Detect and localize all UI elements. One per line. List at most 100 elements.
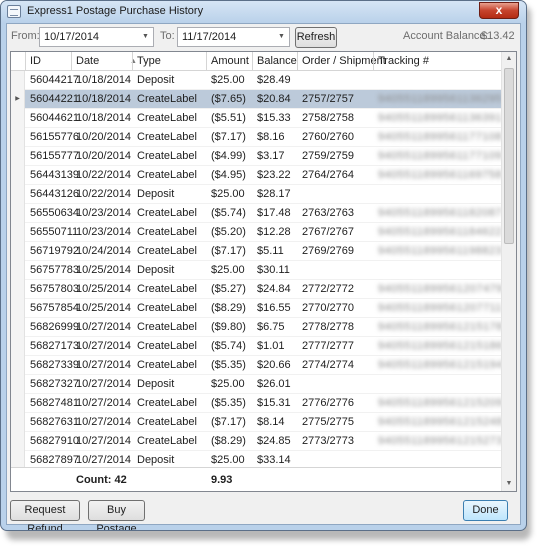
cell-date: 10/25/2014 — [76, 302, 132, 314]
cell-id: 56155776 — [30, 131, 79, 143]
row-header[interactable] — [11, 337, 25, 356]
row-header[interactable] — [11, 242, 25, 261]
cell-order-shipment: 2772/2772 — [302, 283, 354, 295]
chevron-down-icon[interactable]: ▼ — [138, 28, 153, 46]
table-row[interactable]: 56155776 10/20/2014 CreateLabel ($7.17) $8.1… — [11, 128, 502, 147]
cell-balance: $15.33 — [257, 112, 291, 124]
table-row[interactable]: 56826999 10/27/2014 CreateLabel ($9.80) $6.7… — [11, 318, 502, 337]
cell-amount: ($5.27) — [211, 283, 246, 295]
table-row[interactable]: 56757854 10/25/2014 CreateLabel ($8.29) $16.… — [11, 299, 502, 318]
cell-type: CreateLabel — [137, 302, 197, 314]
cell-balance: $5.11 — [257, 245, 284, 257]
cell-date: 10/27/2014 — [76, 397, 132, 409]
table-row[interactable]: 56443126 10/22/2014 Deposit $25.00 $28.17 — [11, 185, 502, 204]
scroll-down-arrow-icon[interactable]: ▼ — [502, 477, 516, 491]
cell-id: 56757803 — [30, 283, 79, 295]
table-row[interactable]: 56827339 10/27/2014 CreateLabel ($5.35) $20.… — [11, 356, 502, 375]
row-header[interactable] — [11, 280, 25, 299]
row-header[interactable] — [11, 166, 25, 185]
vertical-scrollbar[interactable]: ▲ ▼ — [501, 52, 516, 491]
column-header-type[interactable]: Type — [137, 55, 161, 67]
dialog-body: From: 10/17/2014 ▼ To: 11/17/2014 ▼ Refr… — [6, 23, 521, 530]
close-button[interactable]: x — [479, 2, 519, 19]
row-header[interactable] — [11, 71, 25, 90]
column-header-tracking[interactable]: Tracking # — [378, 55, 429, 67]
cell-id: 56044621 — [30, 112, 79, 124]
table-row[interactable]: 56757803 10/25/2014 CreateLabel ($5.27) $24.… — [11, 280, 502, 299]
row-header[interactable] — [11, 204, 25, 223]
cell-id: 56827339 — [30, 359, 79, 371]
row-header[interactable] — [11, 299, 25, 318]
chevron-down-icon[interactable]: ▼ — [274, 28, 289, 46]
cell-id: 56757783 — [30, 264, 79, 276]
row-header[interactable] — [11, 109, 25, 128]
to-label: To: — [160, 30, 175, 42]
buy-postage-button[interactable]: Buy Postage — [88, 500, 145, 530]
grid-footer: Count: 42 9.93 — [11, 467, 502, 491]
table-row[interactable]: 56827631 10/27/2014 CreateLabel ($7.17) $8.1… — [11, 413, 502, 432]
row-header[interactable] — [11, 432, 25, 451]
done-button[interactable]: Done — [463, 500, 508, 521]
account-balance-label: Account Balance: — [403, 30, 489, 42]
column-header-id[interactable]: ID — [30, 55, 41, 67]
cell-balance: $26.01 — [257, 378, 291, 390]
cell-tracking: 9405511899561215273 — [378, 435, 502, 447]
refresh-button[interactable]: Refresh — [295, 27, 337, 48]
cell-id: 56827897 — [30, 454, 79, 466]
cell-tracking: 9405511899561215186 — [378, 340, 502, 352]
cell-date: 10/25/2014 — [76, 283, 132, 295]
column-header-date[interactable]: Date — [76, 55, 99, 67]
row-header[interactable] — [11, 147, 25, 166]
row-header[interactable] — [11, 451, 25, 467]
cell-date: 10/18/2014 — [76, 93, 132, 105]
row-header[interactable] — [11, 261, 25, 280]
row-header[interactable] — [11, 223, 25, 242]
scroll-up-arrow-icon[interactable]: ▲ — [502, 52, 516, 66]
row-header[interactable] — [11, 318, 25, 337]
column-header-balance[interactable]: Balance — [257, 55, 297, 67]
request-refund-button[interactable]: Request Refund — [10, 500, 80, 530]
row-pointer-icon[interactable]: ▶ — [11, 90, 25, 109]
row-header[interactable] — [11, 394, 25, 413]
cell-balance: $6.75 — [257, 321, 285, 333]
cell-order-shipment: 2777/2777 — [302, 340, 354, 352]
cell-date: 10/23/2014 — [76, 207, 132, 219]
table-row[interactable]: 56827910 10/27/2014 CreateLabel ($8.29) $24.… — [11, 432, 502, 451]
table-row[interactable]: 56827173 10/27/2014 CreateLabel ($5.74) $1.0… — [11, 337, 502, 356]
cell-balance: $30.11 — [257, 264, 290, 276]
row-header[interactable] — [11, 413, 25, 432]
table-row[interactable]: 56550711 10/23/2014 CreateLabel ($5.20) $12.… — [11, 223, 502, 242]
scrollbar-thumb[interactable] — [504, 68, 514, 244]
cell-tracking: 9405511899561177109 — [378, 150, 502, 162]
table-row[interactable]: 56550634 10/23/2014 CreateLabel ($5.74) $17.… — [11, 204, 502, 223]
table-row[interactable]: 56044217 10/18/2014 Deposit $25.00 $28.49 — [11, 71, 502, 90]
cell-date: 10/27/2014 — [76, 340, 132, 352]
cell-id: 56719792 — [30, 245, 79, 257]
table-row[interactable]: 56827897 10/27/2014 Deposit $25.00 $33.14 — [11, 451, 502, 467]
row-header[interactable] — [11, 185, 25, 204]
table-row[interactable]: 56827481 10/27/2014 CreateLabel ($5.35) $15.… — [11, 394, 502, 413]
table-row[interactable]: 56443139 10/22/2014 CreateLabel ($4.95) $23.… — [11, 166, 502, 185]
cell-amount: $25.00 — [211, 454, 245, 466]
row-header[interactable] — [11, 356, 25, 375]
table-row[interactable]: ▶ 56044221 10/18/2014 CreateLabel ($7.65) $20… — [11, 90, 502, 109]
cell-amount: ($5.74) — [211, 207, 246, 219]
cell-tracking: 9405511899561215209 — [378, 397, 502, 409]
row-header[interactable] — [11, 375, 25, 394]
column-header-amount[interactable]: Amount — [211, 55, 249, 67]
cell-id: 56155777 — [30, 150, 79, 162]
cell-id: 56827327 — [30, 378, 79, 390]
table-row[interactable]: 56757783 10/25/2014 Deposit $25.00 $30.11 — [11, 261, 502, 280]
title-bar[interactable]: Express1 Postage Purchase History x — [1, 1, 526, 23]
row-header[interactable] — [11, 128, 25, 147]
cell-tracking: 9405511899561207711 — [378, 302, 502, 314]
from-date-picker[interactable]: 10/17/2014 ▼ — [39, 27, 154, 47]
cell-tracking: 9405511899561215178 — [378, 321, 502, 333]
table-row[interactable]: 56827327 10/27/2014 Deposit $25.00 $26.01 — [11, 375, 502, 394]
table-row[interactable]: 56155777 10/20/2014 CreateLabel ($4.99) $3.1… — [11, 147, 502, 166]
to-date-picker[interactable]: 11/17/2014 ▼ — [177, 27, 290, 47]
cell-type: Deposit — [137, 188, 175, 200]
table-row[interactable]: 56044621 10/18/2014 CreateLabel ($5.51) $15.… — [11, 109, 502, 128]
table-row[interactable]: 56719792 10/24/2014 CreateLabel ($7.17) $5.1… — [11, 242, 502, 261]
purchase-history-grid[interactable]: ID Date ▲ Type Amount Balance Order / Sh… — [10, 51, 517, 492]
